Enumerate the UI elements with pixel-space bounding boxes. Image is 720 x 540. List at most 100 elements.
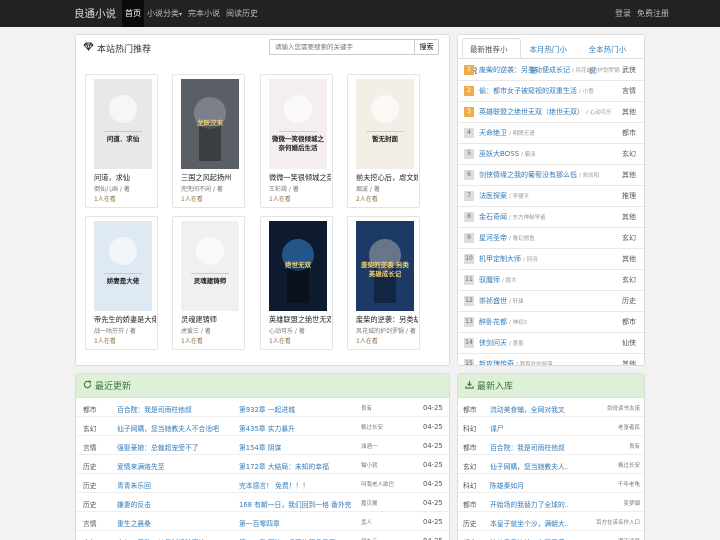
book-cover[interactable]: 灵魂建铸师 [181,221,239,311]
ranking-item[interactable]: 1 废柴的逆袭：另类劫便成长记 / 风花城的护剑罗锅 武侠 [458,60,644,81]
new-book-name[interactable]: 开始场的我替力了全球的... [490,499,568,509]
update-chapter[interactable]: 第172章 大结局：未知的幸福 [239,461,355,471]
ranking-item[interactable]: 2 偷：都市女子被窥视的双重生活 / 小雪 言情 [458,81,644,102]
update-date: 04-25 [423,480,443,488]
update-book-name[interactable]: 青青朱乐回 [117,480,233,490]
book-card[interactable]: 龙跃汉末 三国之风起扬州 兜兜间不闲 / 著 1人在看 [172,74,245,208]
ranking-book-name[interactable]: 侠剑问天 [479,338,507,348]
ranking-book-name[interactable]: 机甲定制大师 [479,254,521,264]
book-title[interactable]: 问道，求仙 [94,173,156,183]
book-title[interactable]: 废柴的逆袭：另类劫 [356,315,418,325]
ranking-book-name[interactable]: 崇祯盛世 [479,296,507,306]
update-chapter[interactable]: 第435章 实力暴升 [239,423,355,433]
search-button[interactable]: 搜索 [415,39,439,55]
book-cover[interactable]: 微微一笑很倾城之奈何婚后生活 [269,79,327,169]
book-cover[interactable]: 暂无封面 [356,79,414,169]
new-book-row: 都市渣父子靠边站，女强王后...满天迷星 [458,532,644,540]
book-cover-text: 微微一笑很倾城之奈何婚后生活 [272,135,324,152]
update-book-name[interactable]: 强娶豪娘：总裁超宠受不了 [117,442,233,452]
nav-history[interactable]: 阅读历史 [223,0,261,27]
tab-finished-hot[interactable]: 全本热门小说 [581,38,640,75]
ranking-book-name[interactable]: 驭魔师 [479,275,500,285]
site-brand[interactable]: 良通小说 [74,6,116,21]
new-book-name[interactable]: 流动美食辅，全网对我叉 [490,404,568,414]
update-author: 良有 [361,406,373,412]
book-title[interactable]: 微微一笑很倾城之奈 [269,173,331,183]
new-book-name[interactable]: 陈雄秦如月 [490,480,568,490]
book-cover[interactable]: 绝世无双 [269,221,327,311]
new-book-category: 都市 [463,444,477,452]
ranking-item[interactable]: 15 新攻瑰传奇 / 我喜欢的厨落 其他 [458,354,644,365]
tab-monthly-hot[interactable]: 本月热门小说 [521,38,580,75]
ranking-book-name[interactable]: 金石奇闻 [479,212,507,222]
update-chapter[interactable]: 第一百零四章 [239,518,355,528]
book-author: 心动可乐 / 著 [269,328,305,335]
book-title[interactable]: 前夫挖心后，虐文娇 [356,173,418,183]
book-cover[interactable]: 龙跃汉末 [181,79,239,169]
book-card[interactable]: 绝世无双 英雄联盟之绝世无双 心动可乐 / 著 1人在看 [260,216,333,350]
ranking-item[interactable]: 3 英雄联盟之绝世无双（绝世无双） / 心动可乐 其他 [458,102,644,123]
ranking-item[interactable]: 13 醉卧花都 / 神初2 都市 [458,312,644,333]
book-card[interactable]: 废柴的逆袭 另类英雄成长记 废柴的逆袭：另类劫 风花城的护剑罗锅 / 著 1人在看 [347,216,420,350]
book-card[interactable]: 灵魂建铸师 灵魂建铸师 虎爱三 / 著 1人在看 [172,216,245,350]
book-card[interactable]: 娇妻是大佬 帝先生的娇妻是大佬 战一咕芬芬 / 著 1人在看 [85,216,158,350]
new-book-name[interactable]: 百合院：我是司雨柱他叔 [490,442,568,452]
new-book-author: 老张者民 [617,425,640,431]
ranking-category: 历史 [622,297,636,305]
book-cover[interactable]: 废柴的逆袭 另类英雄成长记 [356,221,414,311]
nav-finished[interactable]: 完本小说 [185,0,223,27]
update-chapter[interactable]: 第154章 阴谋 [239,442,355,452]
ranking-category: 其他 [622,255,636,263]
login-link[interactable]: 登录 [612,0,634,27]
ranking-item[interactable]: 10 机甲定制大师 / 别羽 其他 [458,249,644,270]
search-input[interactable] [269,39,415,55]
update-chapter[interactable]: 第932章 一起进城 [239,404,355,414]
register-link[interactable]: 免费注册 [634,0,672,27]
book-title[interactable]: 灵魂建铸师 [181,315,243,325]
ranking-book-name[interactable]: 剑侠情缘之我的葡萄没有那么低 [479,170,577,180]
ranking-item[interactable]: 8 金石奇闻 / 东方神秘学者 其他 [458,207,644,228]
new-book-row: 都市 流动美食辅，全网对我叉 剑说读书太诺 [458,399,644,417]
ranking-book-name[interactable]: 天命绝卫 [479,128,507,138]
ranking-category: 玄幻 [622,150,636,158]
book-title[interactable]: 英雄联盟之绝世无双 [269,315,331,325]
update-book-name[interactable]: 爱情来满烙先至 [117,461,233,471]
update-chapter[interactable]: 168 有朝一日，我们回到一格 番外完 [239,499,355,509]
tab-latest-recommend[interactable]: 最新推荐小说 [462,38,522,75]
ranking-item[interactable]: 7 法医探案 / 李捷平 推理 [458,186,644,207]
ranking-item[interactable]: 4 天命绝卫 / 明朗无语 都市 [458,123,644,144]
ranking-item[interactable]: 9 星河圣帝 / 鲁幻想鱼 玄幻 [458,228,644,249]
ranking-item[interactable]: 6 剑侠情缘之我的葡萄没有那么低 / 凯向阳 其他 [458,165,644,186]
nav-home[interactable]: 首页 [122,0,144,27]
update-book-name[interactable]: 重生之晨桑 [117,518,233,528]
rank-number: 11 [464,275,474,285]
book-title[interactable]: 帝先生的娇妻是大佬 [94,315,156,325]
update-chapter[interactable]: 完本感言！ 免费！！！ [239,480,355,490]
new-book-category: 历史 [463,520,477,528]
book-card[interactable]: 暂无封面 前夫挖心后，虐文娇 烟波 / 著 2人在看 [347,74,420,208]
ranking-book-name[interactable]: 偷：都市女子被窥视的双重生活 [479,86,577,96]
update-book-name[interactable]: 嫌妻的反击 [117,499,233,509]
ranking-book-name[interactable]: 醉卧花都 [479,317,507,327]
ranking-book-name[interactable]: 英雄联盟之绝世无双（绝世无双） [479,107,584,117]
ranking-item[interactable]: 5 巫妖大BOSS / 霸泽 玄幻 [458,144,644,165]
update-book-name[interactable]: 百合院：我是司雨柱他叔 [117,404,233,414]
ranking-book-name[interactable]: 废柴的逆袭：另类劫便成长记 [479,65,570,75]
new-book-name[interactable]: 本皇子就坐个沙，满朝大... [490,518,568,528]
ranking-item[interactable]: 11 驭魔师 / 郡大 玄幻 [458,270,644,291]
new-book-name[interactable]: 谍尸 [490,423,568,433]
new-book-name[interactable]: 仙子网購，您当她教夫人... [490,461,568,471]
ranking-book-name[interactable]: 法医探案 [479,191,507,201]
ranking-item[interactable]: 14 侠剑问天 / 意墨 仙侠 [458,333,644,354]
book-cover[interactable]: 娇妻是大佬 [94,221,152,311]
ranking-item[interactable]: 12 崇祯盛世 / 轩锋 历史 [458,291,644,312]
ranking-book-name[interactable]: 星河圣帝 [479,233,507,243]
update-book-name[interactable]: 仙子网購，您当她教夫人不合适吧 [117,423,233,433]
ranking-book-name[interactable]: 巫妖大BOSS [479,149,519,159]
nav-categories[interactable]: 小说分类▾ [144,0,185,27]
book-cover[interactable]: 问道．求仙 [94,79,152,169]
book-title[interactable]: 三国之风起扬州 [181,173,243,183]
book-card[interactable]: 微微一笑很倾城之奈何婚后生活 微微一笑很倾城之奈 王彩琦 / 著 1人在看 [260,74,333,208]
ranking-book-name[interactable]: 新攻瑰传奇 [479,359,514,365]
book-card[interactable]: 问道．求仙 问道，求仙 倒仙儿画 / 著 1人在看 [85,74,158,208]
